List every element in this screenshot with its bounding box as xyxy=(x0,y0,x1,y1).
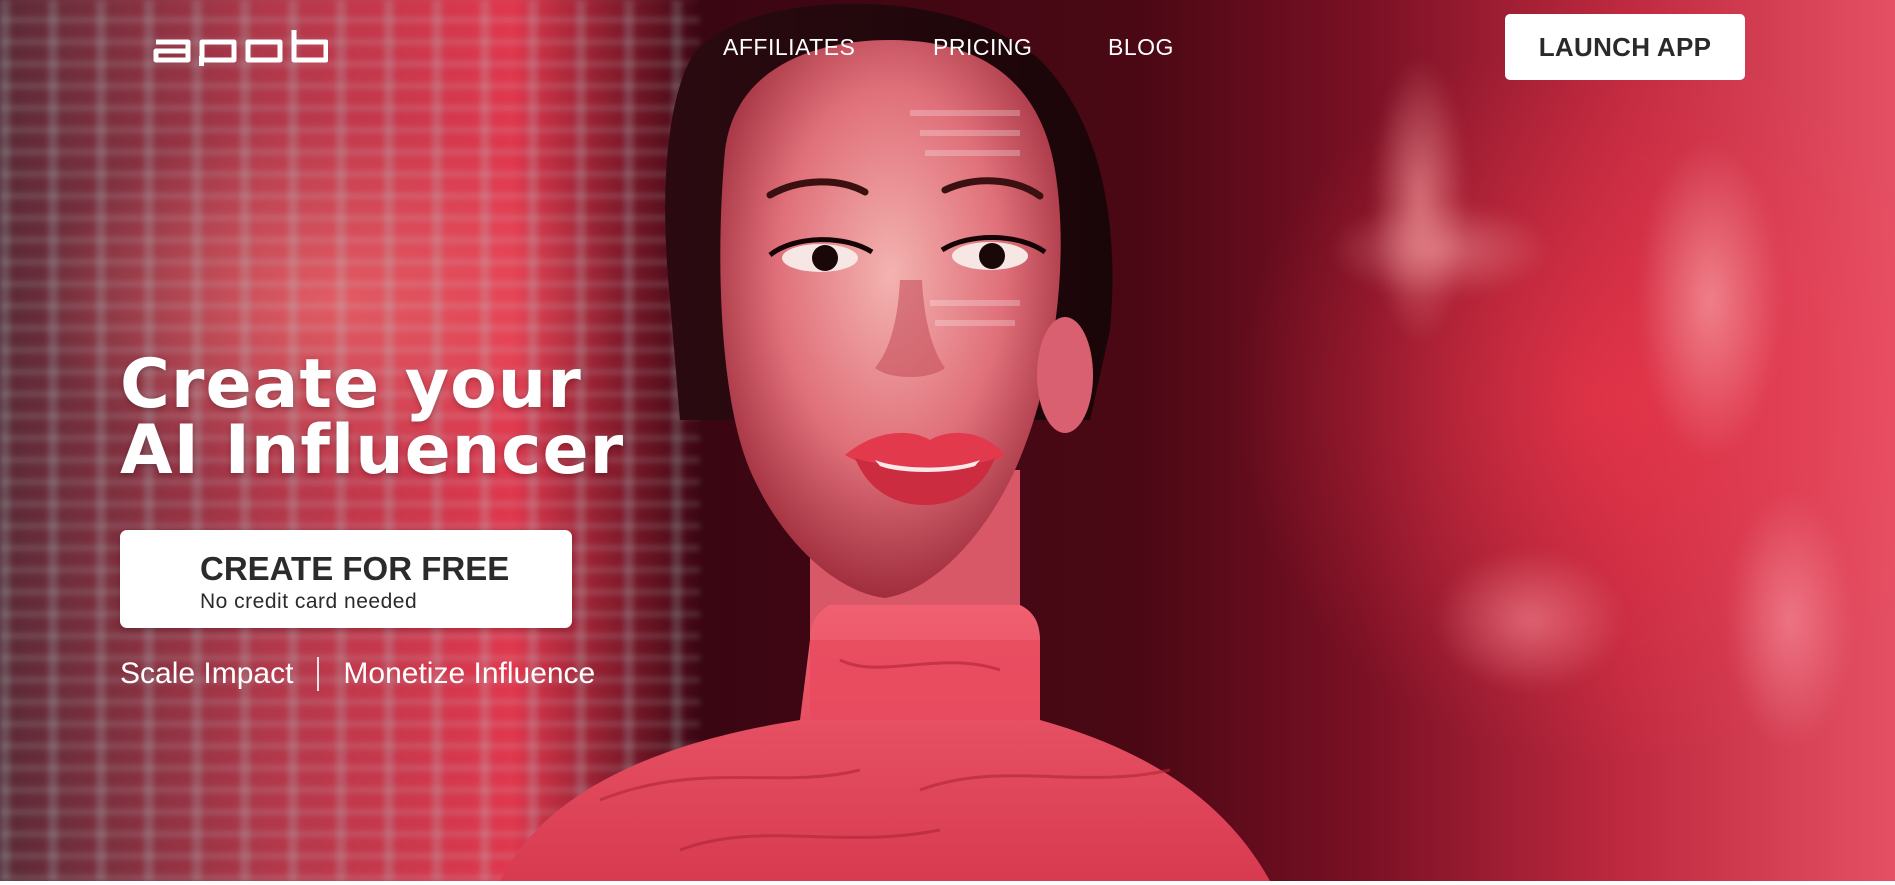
influencer-portrait xyxy=(500,3,1270,881)
cta-subtitle: No credit card needed xyxy=(200,590,418,613)
landing-page: AFFILIATES PRICING BLOG LAUNCH APP Creat… xyxy=(0,0,1895,885)
cta-title: CREATE FOR FREE xyxy=(200,550,510,587)
launch-app-button[interactable]: LAUNCH APP xyxy=(1505,14,1745,80)
tagline-monetize-influence: Monetize Influence xyxy=(343,657,596,690)
headline-line-2: AI Influencer xyxy=(120,411,625,490)
hero-tagline: Scale Impact Monetize Influence xyxy=(120,657,595,691)
nav-link-blog[interactable]: BLOG xyxy=(1108,34,1174,61)
bottom-edge xyxy=(0,881,1895,885)
tagline-divider xyxy=(317,657,320,691)
create-for-free-button[interactable]: CREATE FOR FREE No credit card needed xyxy=(120,530,572,628)
tagline-scale-impact: Scale Impact xyxy=(120,657,294,690)
hero-headline: Create your AI Influencer xyxy=(120,345,625,490)
nav-link-pricing[interactable]: PRICING xyxy=(933,34,1032,61)
apob-logo[interactable] xyxy=(150,26,328,66)
nav-link-affiliates[interactable]: AFFILIATES xyxy=(723,34,855,61)
headline-line-1: Create your xyxy=(120,345,582,424)
